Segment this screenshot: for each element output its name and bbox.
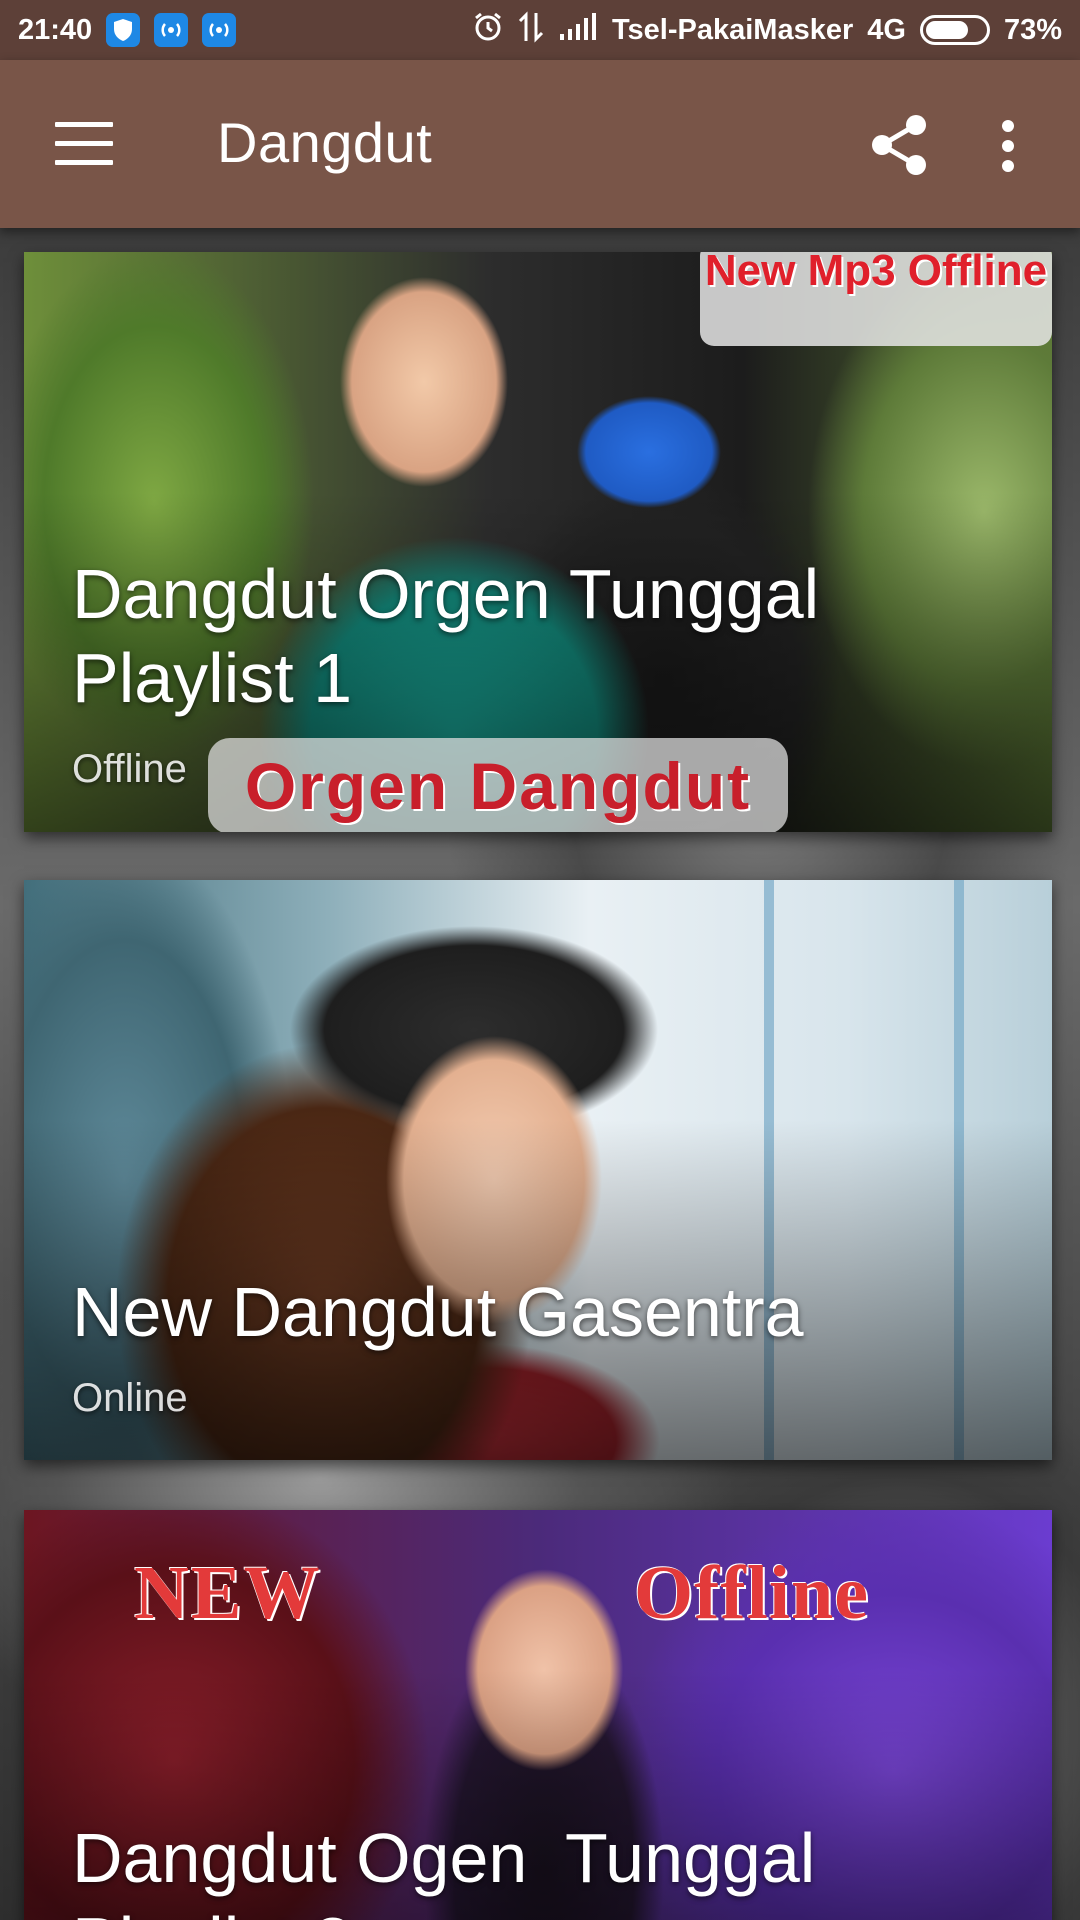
card-image-badge: New Mp3 Offline — [700, 252, 1052, 346]
wifi-hotspot-icon — [202, 13, 237, 47]
shield-icon — [106, 13, 141, 47]
menu-icon[interactable] — [55, 122, 113, 166]
battery-level — [925, 21, 969, 39]
status-time: 21:40 — [18, 13, 93, 46]
share-icon[interactable] — [868, 113, 930, 177]
card-title: New Dangdut Gasentra — [72, 1273, 804, 1351]
more-vert-icon[interactable] — [988, 118, 1028, 174]
playlist-card[interactable]: New Dangdut Gasentra Online — [24, 880, 1052, 1460]
card-image-text-new: NEW — [134, 1551, 322, 1635]
card-image-text-offline: Offline — [634, 1551, 869, 1635]
playlist-card[interactable]: New Mp3 Offline Orgen Dangdut Dangdut Or… — [24, 252, 1052, 832]
page-title: Dangdut — [217, 111, 433, 174]
carrier-name: Tsel-PakaiMasker — [611, 13, 854, 46]
status-bar-right: Tsel-PakaiMasker 4G 73% — [472, 10, 1062, 50]
status-bar: 21:40 Tsel-PakaiMasker 4G 73% — [0, 0, 1080, 60]
data-transfer-icon — [518, 10, 544, 50]
network-type: 4G — [867, 13, 906, 46]
card-status: Online — [72, 1376, 188, 1420]
app-screen: 21:40 Tsel-PakaiMasker 4G 73% Dangdut Ne… — [0, 0, 1080, 1920]
app-bar: Dangdut — [0, 60, 1080, 228]
battery-percent: 73% — [1003, 13, 1062, 46]
wifi-hotspot-icon — [154, 13, 189, 47]
signal-icon — [558, 12, 598, 49]
battery-icon — [919, 15, 990, 45]
playlist-card[interactable]: NEW Offline Dangdut Ogen Tunggal Playlis… — [24, 1510, 1052, 1920]
alarm-icon — [472, 11, 504, 50]
card-image-banner: Orgen Dangdut — [208, 738, 788, 832]
card-status: Offline — [72, 747, 187, 791]
card-title: Dangdut Orgen Tunggal Playlist 1 — [72, 555, 820, 717]
card-title: Dangdut Ogen Tunggal Playlist 2 — [72, 1819, 816, 1920]
status-bar-left: 21:40 — [18, 13, 237, 47]
